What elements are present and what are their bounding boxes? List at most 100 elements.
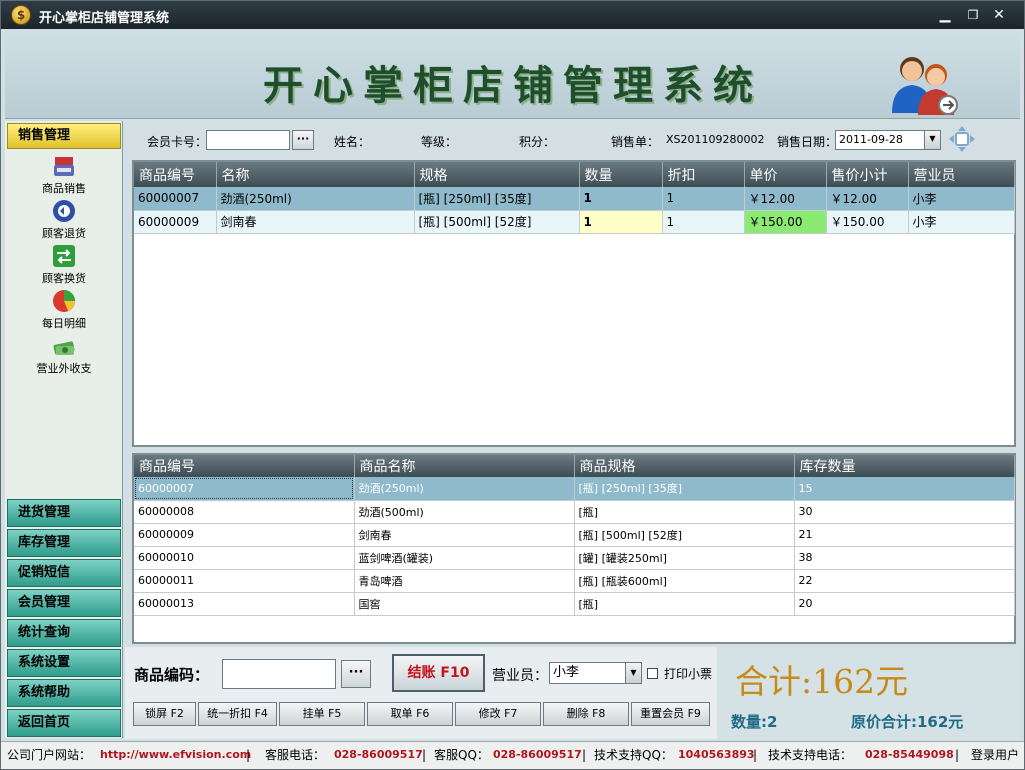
cell-stock-qty: 38 — [794, 546, 1015, 570]
sale-date-picker[interactable]: 2011-09-28 ▼ — [835, 130, 941, 150]
cell-quantity-editor[interactable]: 1 — [579, 210, 663, 234]
product-code-input[interactable] — [222, 659, 336, 689]
cell-subtotal: ￥12.00 — [826, 187, 909, 211]
sale-info-bar: 会员卡号： ··· 姓名： 等级： 积分： 销售单： XS20110928000… — [125, 121, 1020, 157]
column-header[interactable]: 售价小计 — [826, 162, 909, 187]
column-header[interactable]: 数量 — [579, 162, 663, 187]
order-number-value: XS201109280002 — [666, 133, 765, 146]
cash-register-icon — [54, 157, 74, 176]
delete-button[interactable]: 删除 F8 — [543, 702, 629, 726]
cell-unit-price: ￥12.00 — [744, 187, 827, 211]
sidebar-item-label: 营业外收支 — [36, 362, 92, 375]
move-arrows-icon[interactable] — [947, 124, 977, 154]
member-browse-button[interactable]: ··· — [292, 130, 314, 150]
cell-product-name: 剑南春 — [354, 523, 575, 547]
column-header[interactable]: 商品编号 — [134, 455, 355, 477]
restore-button[interactable]: ❐ — [963, 6, 983, 24]
pie-chart-icon — [53, 290, 75, 312]
reset-member-button[interactable]: 重置会员 F9 — [631, 702, 710, 726]
cell-discount[interactable]: 1 — [662, 210, 745, 234]
table-row[interactable]: 60000007 劲酒(250ml) [瓶] [250ml] [35度] 1 1… — [134, 187, 1015, 211]
close-button[interactable]: ✕ — [989, 6, 1009, 24]
minimize-button[interactable]: ▁ — [935, 6, 955, 24]
website-link[interactable]: http://www.efvision.com — [100, 745, 251, 765]
lock-screen-button[interactable]: 锁屏 F2 — [133, 702, 196, 726]
cell-spec: [瓶] [500ml] [52度] — [574, 523, 795, 547]
exchange-icon — [53, 245, 75, 267]
sidebar-item-customer-exchange[interactable]: 顾客换货 — [7, 243, 121, 287]
print-receipt-label[interactable]: 打印小票 — [664, 665, 712, 682]
retrieve-order-button[interactable]: 取单 F6 — [367, 702, 453, 726]
cell-product-code: 60000013 — [134, 592, 355, 616]
cell-spec: [瓶] [250ml] [35度] — [414, 187, 580, 211]
column-header[interactable]: 商品名称 — [354, 455, 575, 477]
tech-phone-value: 028-85449098 — [865, 748, 954, 761]
unified-discount-button[interactable]: 统一折扣 F4 — [198, 702, 277, 726]
column-header[interactable]: 折扣 — [662, 162, 745, 187]
table-row[interactable]: 60000009 剑南春 [瓶] [500ml] [52度] 21 — [134, 523, 1015, 547]
table-row[interactable]: 60000010 蓝剑啤酒(罐装) [罐] [罐装250ml] 38 — [134, 546, 1015, 570]
column-header[interactable]: 名称 — [216, 162, 415, 187]
cell-spec: [瓶] [250ml] [35度] — [574, 477, 795, 501]
cell-spec: [瓶] [瓶装600ml] — [574, 569, 795, 593]
title-bar[interactable]: $ 开心掌柜店铺管理系统 ▁ ❐ ✕ — [1, 1, 1024, 29]
cell-product-name: 蓝剑啤酒(罐装) — [354, 546, 575, 570]
nav-promotion-sms[interactable]: 促销短信 — [7, 559, 121, 587]
member-card-input[interactable] — [206, 130, 290, 150]
salesperson-select[interactable]: 小李 ▼ — [549, 662, 642, 684]
member-card-label: 会员卡号： — [147, 135, 208, 149]
sidebar-item-product-sales[interactable]: 商品销售 — [7, 153, 121, 197]
status-bar: 公司门户网站： http://www.efvision.com | 客服电话： … — [1, 741, 1024, 769]
table-row[interactable]: 60000007 劲酒(250ml) [瓶] [250ml] [35度] 15 — [134, 477, 1015, 501]
column-header[interactable]: 营业员 — [908, 162, 1015, 187]
column-header[interactable]: 单价 — [744, 162, 827, 187]
nav-purchase-management[interactable]: 进货管理 — [7, 499, 121, 527]
nav-system-help[interactable]: 系统帮助 — [7, 679, 121, 707]
sidebar-item-non-operating[interactable]: 营业外收支 — [7, 333, 121, 377]
modify-button[interactable]: 修改 F7 — [455, 702, 541, 726]
sidebar-item-daily-detail[interactable]: 每日明细 — [7, 288, 121, 332]
points-label: 积分： — [519, 135, 556, 149]
cell-product-code: 60000009 — [134, 210, 217, 234]
qq-value: 028-86009517 — [493, 748, 582, 761]
cell-stock-qty: 15 — [794, 477, 1015, 501]
cell-discount[interactable]: 1 — [662, 187, 745, 211]
cell-stock-qty: 30 — [794, 500, 1015, 524]
nav-inventory-management[interactable]: 库存管理 — [7, 529, 121, 557]
table-row[interactable]: 60000009 剑南春 [瓶] [500ml] [52度] 1 1 ￥150.… — [134, 210, 1015, 234]
qq-label: 客服QQ： — [434, 748, 489, 762]
column-header[interactable]: 规格 — [414, 162, 580, 187]
hold-order-button[interactable]: 挂单 F5 — [279, 702, 365, 726]
product-browse-button[interactable]: ··· — [341, 660, 371, 688]
chevron-down-icon[interactable]: ▼ — [625, 663, 641, 683]
column-header[interactable]: 商品编号 — [134, 162, 217, 187]
table-row[interactable]: 60000013 国窖 [瓶] 20 — [134, 592, 1015, 616]
sale-date-value: 2011-09-28 — [839, 133, 903, 146]
table-row[interactable]: 60000011 青岛啤酒 [瓶] [瓶装600ml] 22 — [134, 569, 1015, 593]
sales-grid[interactable]: 商品编号 名称 规格 数量 折扣 单价 售价小计 营业员 60000007 劲酒… — [132, 160, 1016, 447]
nav-member-management[interactable]: 会员管理 — [7, 589, 121, 617]
cell-product-name: 国窖 — [354, 592, 575, 616]
level-label: 等级： — [421, 135, 458, 149]
print-receipt-checkbox[interactable] — [647, 668, 658, 679]
column-header[interactable]: 商品规格 — [574, 455, 795, 477]
cell-product-name: 劲酒(500ml) — [354, 500, 575, 524]
tech-qq-value: 1040563893 — [678, 748, 755, 761]
nav-return-home[interactable]: 返回首页 — [7, 709, 121, 737]
divider: | — [582, 748, 587, 762]
checkout-button[interactable]: 结账 F10 — [392, 654, 485, 692]
stock-grid[interactable]: 商品编号 商品名称 商品规格 库存数量 60000007 劲酒(250ml) [… — [132, 453, 1016, 644]
sidebar-header[interactable]: 销售管理 — [7, 123, 121, 149]
column-header[interactable]: 库存数量 — [794, 455, 1015, 477]
nav-system-settings[interactable]: 系统设置 — [7, 649, 121, 677]
sidebar-item-label: 顾客换货 — [42, 272, 86, 285]
salesperson-value: 小李 — [553, 665, 580, 680]
chevron-down-icon[interactable]: ▼ — [924, 131, 940, 149]
nav-statistics[interactable]: 统计查询 — [7, 619, 121, 647]
cell-quantity[interactable]: 1 — [579, 187, 663, 211]
table-row[interactable]: 60000008 劲酒(500ml) [瓶] 30 — [134, 500, 1015, 524]
divider: | — [753, 748, 758, 762]
sidebar-item-customer-return[interactable]: 顾客退货 — [7, 198, 121, 242]
cell-stock-qty: 20 — [794, 592, 1015, 616]
cell-product-code: 60000011 — [134, 569, 355, 593]
